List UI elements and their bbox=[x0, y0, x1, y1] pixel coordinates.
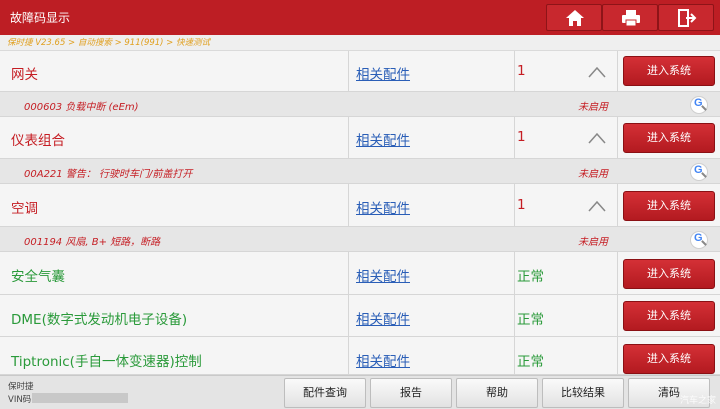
page-title: 故障码显示 bbox=[10, 11, 71, 25]
module-name: 网关 bbox=[11, 67, 38, 83]
module-name: Tiptronic(手自一体变速器)控制 bbox=[11, 354, 202, 370]
enter-system-button[interactable]: 进入系统 bbox=[623, 56, 715, 86]
module-name: 安全气囊 bbox=[11, 269, 65, 285]
module-status: 1 bbox=[517, 197, 526, 213]
dtc-row: 001194 风扇, B+ 短路，断路 未启用 G bbox=[0, 227, 720, 252]
dtc-row: 00A221 警告： 行驶时车门/前盖打开 未启用 G bbox=[0, 159, 720, 184]
enter-system-button[interactable]: 进入系统 bbox=[623, 191, 715, 221]
compare-results-button[interactable]: 比较结果 bbox=[542, 378, 624, 408]
chevron-up-icon[interactable] bbox=[588, 200, 606, 212]
enter-system-button[interactable]: 进入系统 bbox=[623, 344, 715, 374]
module-status: 正常 bbox=[517, 354, 544, 370]
exit-icon bbox=[678, 9, 697, 27]
vin-label: VIN码 bbox=[8, 395, 32, 405]
breadcrumb: 保时捷 V23.65 > 自动搜索 > 911(991) > 快速测试 bbox=[0, 35, 720, 51]
report-button[interactable]: 报告 bbox=[370, 378, 452, 408]
module-row: 仪表组合 相关配件 1 进入系统 bbox=[0, 117, 720, 159]
module-row: DME(数字式发动机电子设备) 相关配件 正常 进入系统 bbox=[0, 295, 720, 337]
related-parts-link[interactable]: 相关配件 bbox=[356, 308, 410, 328]
print-icon bbox=[622, 10, 640, 27]
enter-system-button[interactable]: 进入系统 bbox=[623, 301, 715, 331]
module-status: 正常 bbox=[517, 312, 544, 328]
module-row: 安全气囊 相关配件 正常 进入系统 bbox=[0, 252, 720, 295]
module-status: 1 bbox=[517, 129, 526, 145]
chevron-up-icon[interactable] bbox=[588, 66, 606, 78]
enter-system-button[interactable]: 进入系统 bbox=[623, 259, 715, 289]
module-row: Tiptronic(手自一体变速器)控制 相关配件 正常 进入系统 bbox=[0, 337, 720, 375]
related-parts-link[interactable]: 相关配件 bbox=[356, 129, 410, 149]
home-icon bbox=[566, 10, 584, 26]
help-button[interactable]: 帮助 bbox=[456, 378, 538, 408]
module-row: 空调 相关配件 1 进入系统 bbox=[0, 184, 720, 227]
parts-query-button[interactable]: 配件查询 bbox=[284, 378, 366, 408]
exit-button[interactable] bbox=[658, 4, 714, 31]
related-parts-link[interactable]: 相关配件 bbox=[356, 63, 410, 83]
vehicle-make: 保时捷 bbox=[8, 382, 34, 392]
google-search-icon[interactable]: G bbox=[690, 231, 708, 249]
dtc-state: 未启用 bbox=[578, 102, 608, 113]
module-name: 空调 bbox=[11, 201, 38, 217]
dtc-row: 000603 负载中断 (eEm) 未启用 G bbox=[0, 92, 720, 117]
dtc-code: 00A221 警告： 行驶时车门/前盖打开 bbox=[24, 169, 193, 180]
related-parts-link[interactable]: 相关配件 bbox=[356, 197, 410, 217]
dtc-code: 000603 负载中断 (eEm) bbox=[24, 102, 139, 113]
print-button[interactable] bbox=[602, 4, 658, 31]
google-search-icon[interactable]: G bbox=[690, 96, 708, 114]
dtc-code: 001194 风扇, B+ 短路，断路 bbox=[24, 237, 161, 248]
google-search-icon[interactable]: G bbox=[690, 163, 708, 181]
bottom-toolbar: 保时捷 VIN码 配件查询 报告 帮助 比较结果 清码 bbox=[0, 375, 720, 409]
chevron-up-icon[interactable] bbox=[588, 132, 606, 144]
module-name: DME(数字式发动机电子设备) bbox=[11, 312, 188, 328]
related-parts-link[interactable]: 相关配件 bbox=[356, 350, 410, 370]
module-name: 仪表组合 bbox=[11, 133, 65, 149]
watermark: 汽车之家 bbox=[680, 396, 717, 406]
dtc-state: 未启用 bbox=[578, 169, 608, 180]
home-button[interactable] bbox=[546, 4, 602, 31]
related-parts-link[interactable]: 相关配件 bbox=[356, 265, 410, 285]
enter-system-button[interactable]: 进入系统 bbox=[623, 123, 715, 153]
module-status: 正常 bbox=[517, 269, 544, 285]
vin-value-redacted bbox=[32, 393, 128, 403]
top-bar: 故障码显示 bbox=[0, 0, 720, 35]
dtc-state: 未启用 bbox=[578, 237, 608, 248]
module-status: 1 bbox=[517, 63, 526, 79]
module-row: 网关 相关配件 1 进入系统 bbox=[0, 51, 720, 92]
